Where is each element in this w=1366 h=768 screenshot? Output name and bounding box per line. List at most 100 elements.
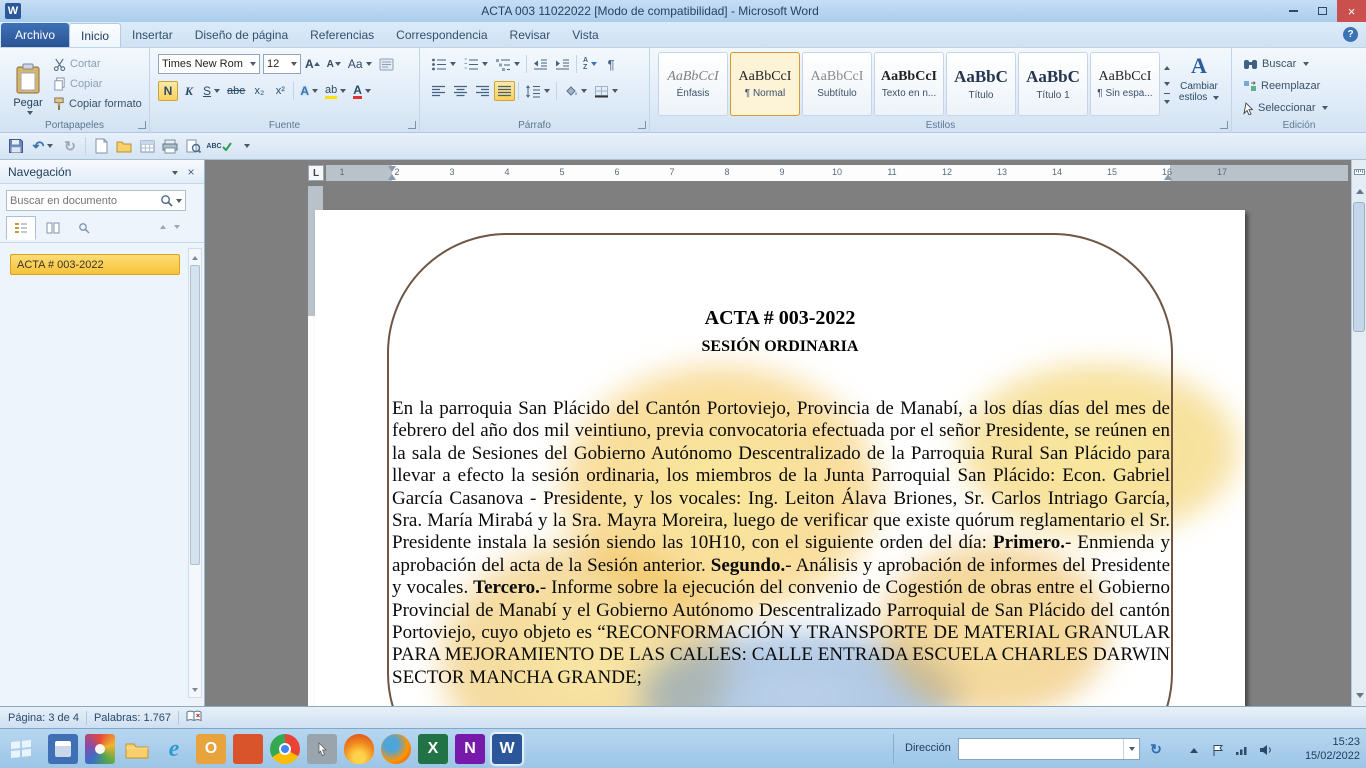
new-document-button[interactable] xyxy=(91,136,111,156)
style-texto-en-negrita[interactable]: AaBbCcI Texto en n... xyxy=(874,52,944,116)
styles-gallery-more[interactable] xyxy=(1164,93,1170,107)
style-normal[interactable]: AaBbCcI ¶ Normal xyxy=(730,52,800,116)
justify-button[interactable] xyxy=(494,81,515,101)
next-result-button[interactable] xyxy=(174,220,180,232)
insert-table-button[interactable] xyxy=(137,136,157,156)
find-button[interactable]: Buscar xyxy=(1240,54,1312,74)
font-size-select[interactable]: 12 xyxy=(263,54,301,74)
address-bar[interactable] xyxy=(958,738,1140,760)
spelling-button[interactable]: ABC xyxy=(206,136,232,156)
align-center-button[interactable] xyxy=(450,81,471,101)
indent-marker-left[interactable] xyxy=(388,174,396,180)
paste-button[interactable]: Pegar xyxy=(8,53,48,125)
navigation-result-item[interactable]: ACTA # 003-2022 xyxy=(10,254,180,275)
title-bar[interactable]: W ACTA 003 11022022 [Modo de compatibili… xyxy=(0,0,1366,22)
taskbar-icon-chrome[interactable] xyxy=(270,734,300,764)
multilevel-list-button[interactable] xyxy=(492,54,523,74)
style-subtitulo[interactable]: AaBbCcI Subtítulo xyxy=(802,52,872,116)
search-input[interactable] xyxy=(10,195,160,207)
grow-font-button[interactable]: A xyxy=(302,54,323,74)
taskbar-icon-internet-explorer[interactable]: e xyxy=(159,734,189,764)
change-case-button[interactable]: Aa xyxy=(345,54,375,74)
show-marks-button[interactable]: ¶ xyxy=(601,54,621,74)
tray-action-center[interactable] xyxy=(1210,742,1226,758)
navigation-search-box[interactable] xyxy=(6,190,186,211)
cut-button[interactable]: Cortar xyxy=(50,54,146,74)
show-hidden-icons-button[interactable] xyxy=(1186,742,1202,758)
font-name-select[interactable]: Times New Rom xyxy=(158,54,260,74)
bullets-button[interactable] xyxy=(428,54,459,74)
start-button[interactable] xyxy=(0,729,42,768)
align-left-button[interactable] xyxy=(428,81,449,101)
clear-formatting-button[interactable] xyxy=(376,54,397,74)
select-button[interactable]: Seleccionar xyxy=(1240,98,1331,118)
redo-button[interactable]: ↻ xyxy=(60,136,80,156)
format-painter-button[interactable]: Copiar formato xyxy=(50,94,146,114)
dialog-launcher-icon[interactable] xyxy=(408,121,416,129)
dialog-launcher-icon[interactable] xyxy=(138,121,146,129)
taskbar-icon-outlook[interactable]: O xyxy=(196,734,226,764)
minimize-button[interactable] xyxy=(1279,0,1308,22)
print-preview-button[interactable] xyxy=(183,136,203,156)
superscript-button[interactable]: x² xyxy=(270,81,290,101)
shading-button[interactable] xyxy=(560,81,590,101)
tab-referencias[interactable]: Referencias xyxy=(299,23,385,47)
style-titulo-1[interactable]: AaBbC Título 1 xyxy=(1018,52,1088,116)
address-input[interactable] xyxy=(959,739,1123,759)
font-color-button[interactable]: A xyxy=(350,81,374,101)
taskbar-icon-paint[interactable] xyxy=(85,734,115,764)
tab-correspondencia[interactable]: Correspondencia xyxy=(385,23,498,47)
close-button[interactable]: × xyxy=(1337,0,1366,22)
taskbar-icon-flame[interactable] xyxy=(344,734,374,764)
taskbar-icon-file-explorer[interactable] xyxy=(122,734,152,764)
taskbar-icon-excel[interactable]: X xyxy=(418,734,448,764)
open-button[interactable] xyxy=(114,136,134,156)
toolbar-options-button[interactable] xyxy=(235,136,255,156)
page-indicator[interactable]: Página: 3 de 4 xyxy=(8,712,79,724)
decrease-indent-button[interactable] xyxy=(530,54,551,74)
word-count[interactable]: Palabras: 1.767 xyxy=(94,712,171,724)
nav-tab-results[interactable] xyxy=(70,216,100,240)
tray-volume[interactable] xyxy=(1258,742,1274,758)
taskbar-icon-office-app[interactable] xyxy=(233,734,263,764)
bold-button[interactable]: N xyxy=(158,81,178,101)
sort-button[interactable]: AZ xyxy=(580,54,600,74)
spelling-status-button[interactable] xyxy=(186,710,202,725)
nav-tab-pages[interactable] xyxy=(38,216,68,240)
taskbar-icon-utility[interactable] xyxy=(307,734,337,764)
highlight-button[interactable]: ab xyxy=(322,81,349,101)
italic-button[interactable]: K xyxy=(179,81,199,101)
tab-stop-selector[interactable]: L xyxy=(308,165,324,181)
taskbar-clock[interactable]: 15:23 15/02/2022 xyxy=(1305,735,1360,763)
help-icon[interactable]: ? xyxy=(1343,27,1358,42)
replace-button[interactable]: Reemplazar xyxy=(1240,76,1323,96)
styles-scroll-up[interactable] xyxy=(1164,61,1170,73)
styles-scroll-down[interactable] xyxy=(1164,77,1170,89)
tab-insertar[interactable]: Insertar xyxy=(121,23,184,47)
strikethrough-button[interactable]: abe xyxy=(224,81,248,101)
previous-result-button[interactable] xyxy=(160,220,166,232)
address-dropdown-button[interactable] xyxy=(1123,739,1139,759)
scrollbar-thumb[interactable] xyxy=(1353,202,1365,332)
style-sin-espaciado[interactable]: AaBbCcI ¶ Sin espa... xyxy=(1090,52,1160,116)
document-page[interactable]: ACTA # 003-2022 SESIÓN ORDINARIA En la p… xyxy=(315,210,1245,706)
increase-indent-button[interactable] xyxy=(552,54,573,74)
scroll-down-button[interactable] xyxy=(1353,688,1366,703)
address-go-button[interactable]: ↻ xyxy=(1146,739,1166,759)
change-styles-button[interactable]: A Cambiar estilos xyxy=(1172,53,1226,103)
nav-tab-headings[interactable] xyxy=(6,216,36,240)
tab-inicio[interactable]: Inicio xyxy=(69,23,121,47)
taskbar-icon-word[interactable]: W xyxy=(492,734,522,764)
tab-diseno-de-pagina[interactable]: Diseño de página xyxy=(184,23,299,47)
copy-button[interactable]: Copiar xyxy=(50,74,146,94)
scrollbar-thumb[interactable] xyxy=(190,265,200,565)
numbering-button[interactable] xyxy=(460,54,491,74)
tab-archivo[interactable]: Archivo xyxy=(1,23,69,47)
horizontal-ruler[interactable]: 1 2 3 4 5 6 7 8 9 10 11 12 13 14 15 16 1… xyxy=(326,165,1348,181)
ruler-toggle-button[interactable] xyxy=(1353,164,1366,179)
tab-revisar[interactable]: Revisar xyxy=(499,23,562,47)
align-right-button[interactable] xyxy=(472,81,493,101)
scroll-up-button[interactable] xyxy=(1353,184,1366,199)
dialog-launcher-icon[interactable] xyxy=(638,121,646,129)
tab-vista[interactable]: Vista xyxy=(561,23,609,47)
